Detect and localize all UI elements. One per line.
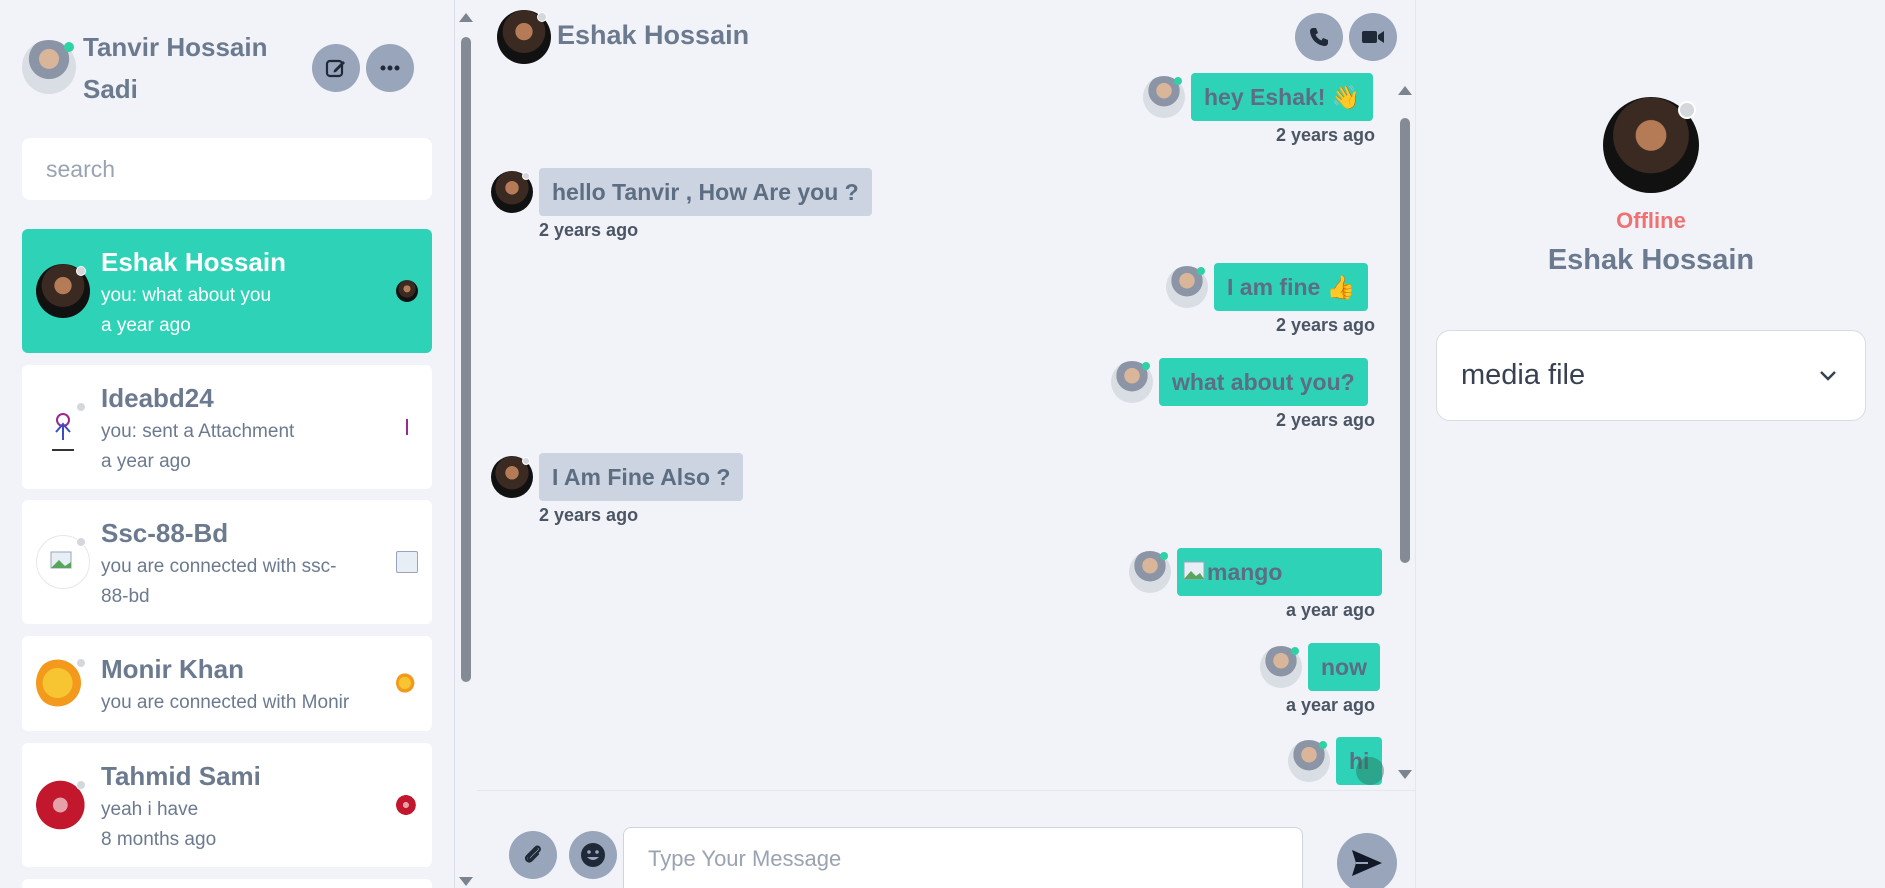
more-options-button[interactable] [366,44,414,92]
seen-avatar [396,672,418,694]
contact-name: Eshak Hossain [101,247,286,277]
contact-info-panel: Offline Eshak Hossain media file [1415,0,1885,888]
contact-time: a year ago [101,315,191,336]
chat-pane: Eshak Hossain hey Eshak! 👋 2 years ago h… [477,0,1415,888]
message-time: 2 years ago [539,220,639,240]
message-bubble-out: hey Eshak! 👋 [1191,73,1374,121]
online-status-dot [1291,647,1299,655]
image-alt-text: mango [1207,559,1283,585]
send-button[interactable] [1337,833,1397,888]
message-time: a year ago [1285,600,1375,620]
offline-status-dot [522,457,530,465]
contact-item-ssc-88-bd[interactable]: Ssc-88-Bd you are connected with ssc- 88… [22,500,432,624]
emoji-button[interactable] [569,831,617,879]
message-bubble-in: hello Tanvir , How Are you ? [539,168,872,216]
more-icon [380,65,400,71]
current-user-name: Tanvir Hossain Sadi [83,32,268,104]
contact-last-message: yeah i have [101,799,199,820]
offline-status-dot [76,658,86,668]
send-icon [1352,850,1382,876]
scroll-down-arrow[interactable] [1398,770,1412,779]
offline-status-dot [1678,101,1696,119]
contact-item-tahmid-sami[interactable]: Tahmid Sami yeah i have 8 months ago [22,743,432,867]
seen-avatar [396,280,418,302]
phone-icon [1310,28,1328,46]
media-file-label: media file [1461,359,1586,391]
offline-status-dot [76,402,86,412]
chevron-down-icon [1820,371,1836,381]
offline-status-dot [76,780,86,790]
media-file-dropdown[interactable]: media file [1436,330,1866,421]
message-bubble-out: what about you? [1159,358,1368,406]
contact-status-text: Offline [1616,208,1686,233]
contact-name: Monir Khan [101,654,244,684]
chat-contact-name: Eshak Hossain [557,20,750,50]
info-contact-name: Eshak Hossain [1547,244,1755,276]
message-bubble-in: I Am Fine Also ? [539,453,744,501]
sidebar-scrollbar[interactable] [455,0,477,888]
offline-status-dot [522,172,530,180]
contact-time: a year ago [101,451,191,472]
message-time: 2 years ago [1275,315,1375,335]
video-icon [1362,31,1384,43]
contact-item-ideabd24[interactable]: Ideabd24 you: sent a Attachment a year a… [22,365,432,489]
search-input[interactable] [22,138,432,200]
voice-call-button[interactable] [1295,13,1343,61]
message-time: 2 years ago [1275,125,1375,145]
message-composer [477,790,1415,888]
edit-icon [325,59,345,78]
contact-item-partial[interactable] [22,879,432,888]
offline-status-dot [76,266,86,276]
online-status-dot [64,42,74,52]
scroll-to-bottom-button[interactable] [1356,757,1384,785]
message-bubble-out: now [1308,643,1380,691]
contact-name: Tahmid Sami [101,761,261,791]
contact-last-message: you: what about you [101,285,272,306]
message-image-attachment[interactable]: mango [1177,548,1382,596]
message-bubble-out: I am fine 👍 [1214,263,1369,311]
contact-last-message-cont: 88-bd [101,586,150,607]
video-call-button[interactable] [1349,13,1397,61]
scroll-down-arrow[interactable] [459,877,473,886]
contact-item-monir-khan[interactable]: Monir Khan you are connected with Monir [22,636,432,731]
online-status-dot [1142,362,1150,370]
offline-status-dot [76,537,86,547]
contact-item-eshak-hossain[interactable]: Eshak Hossain you: what about you a year… [22,229,432,353]
attach-icon [524,845,541,863]
new-message-button[interactable] [312,44,360,92]
message-list: hey Eshak! 👋 2 years ago hello Tanvir , … [477,70,1415,790]
scrollbar-thumb[interactable] [461,37,471,682]
sidebar: Tanvir Hossain Sadi Eshak Hossain you: w… [0,0,455,888]
contact-time: 8 months ago [101,829,217,850]
message-time: 2 years ago [539,505,639,525]
online-status-dot [1319,741,1327,749]
online-status-dot [1197,267,1205,275]
message-time: a year ago [1285,695,1375,715]
seen-avatar [396,551,418,573]
message-time: 2 years ago [1275,410,1375,430]
offline-status-dot [537,12,547,22]
broken-image-icon [1183,561,1205,580]
current-user-header: Tanvir Hossain Sadi [22,26,422,106]
contact-last-message: you are connected with Monir [101,692,350,713]
seen-avatar [396,416,418,438]
online-status-dot [1174,77,1182,85]
seen-avatar [396,794,418,816]
contact-last-message: you are connected with ssc- [101,556,337,577]
message-input[interactable] [623,827,1303,888]
scrollbar-thumb[interactable] [1400,118,1410,563]
chat-header: Eshak Hossain [477,0,1415,70]
chat-scrollbar[interactable] [1395,83,1415,783]
contact-last-message: you: sent a Attachment [101,421,295,442]
scroll-up-arrow[interactable] [1398,86,1412,95]
contact-name: Ssc-88-Bd [101,518,229,548]
emoji-icon [581,843,605,867]
scroll-up-arrow[interactable] [459,13,473,22]
contact-name: Ideabd24 [101,383,214,413]
attach-button[interactable] [509,831,557,879]
online-status-dot [1160,552,1168,560]
